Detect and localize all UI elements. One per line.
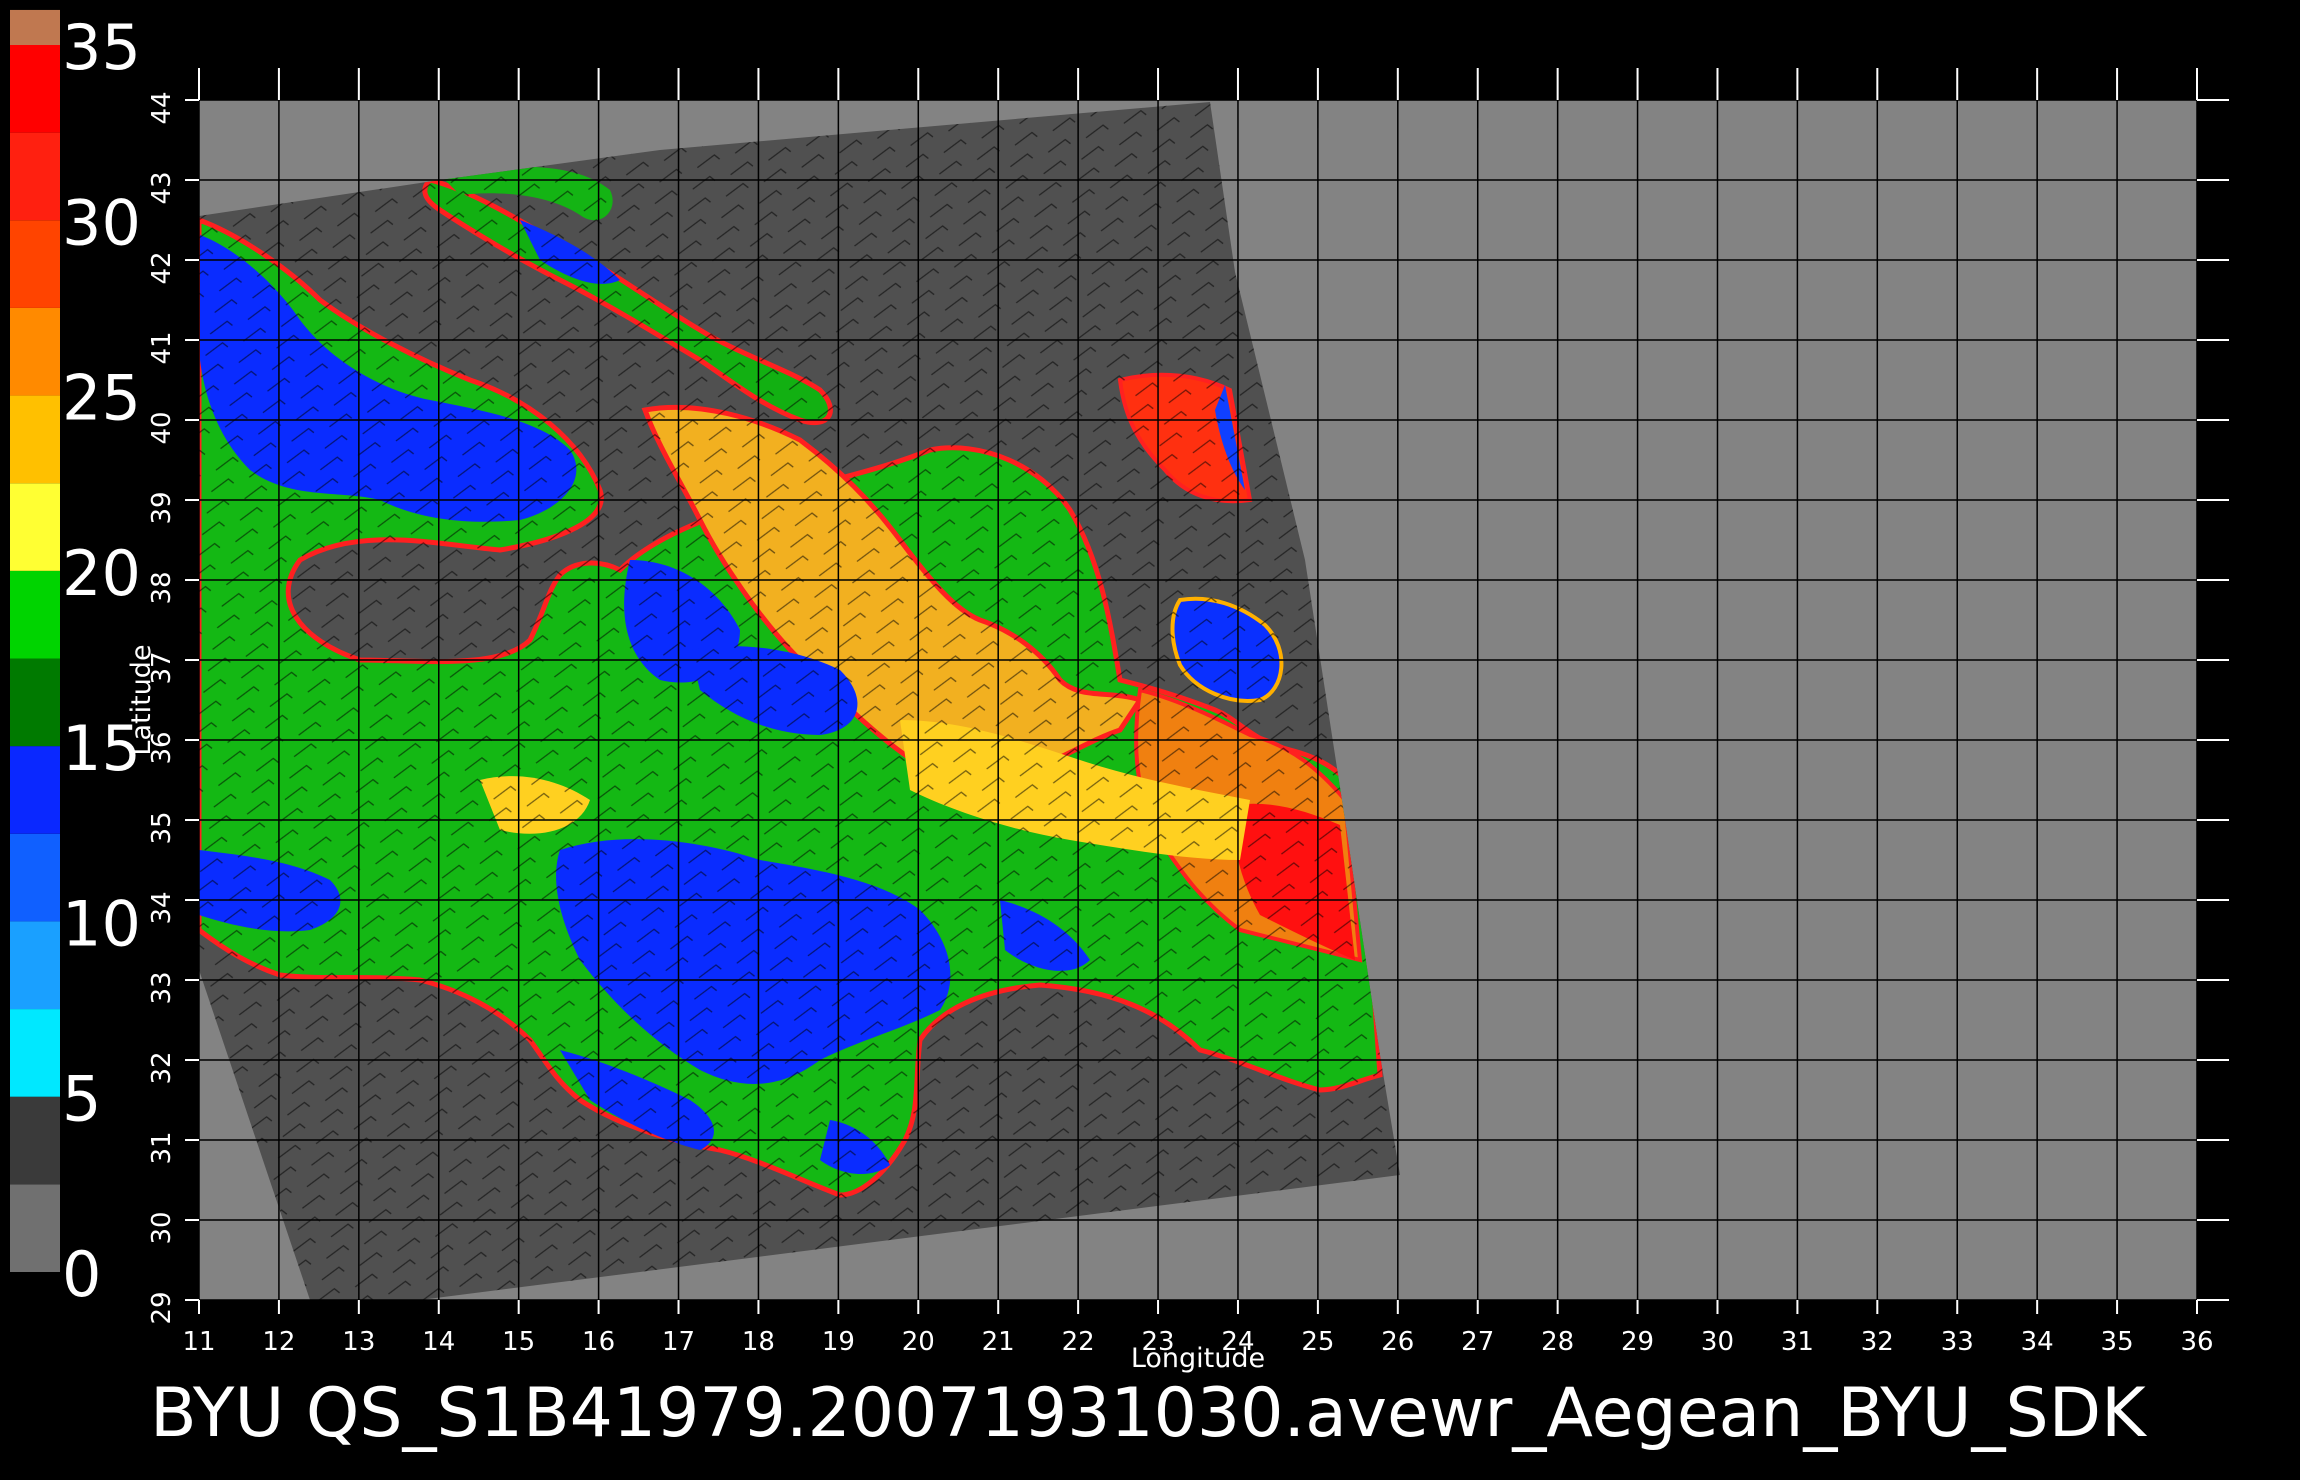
colorbar-label: 5 (62, 1063, 101, 1136)
y-tick-label: 31 (147, 1131, 177, 1164)
x-tick-label: 29 (1621, 1327, 1654, 1357)
x-tick-label: 16 (582, 1327, 615, 1357)
wind-speed-map-figure: 35 30 25 20 15 10 5 0 11 12 13 14 15 16 17 18 1… (10, 9, 2229, 1453)
y-tick-label: 29 (147, 1291, 177, 1324)
x-tick-label: 12 (262, 1327, 295, 1357)
y-tick-label: 32 (147, 1051, 177, 1084)
colorbar-band (10, 395, 60, 484)
x-axis-label: Longitude (1131, 1343, 1265, 1374)
map-plot (185, 68, 2229, 1314)
y-tick-label: 41 (147, 331, 177, 364)
x-tick-label: 31 (1781, 1327, 1814, 1357)
x-tick-label: 21 (982, 1327, 1015, 1357)
colorbar-band (10, 483, 60, 571)
y-tick-label: 39 (147, 491, 177, 524)
colorbar-band (10, 833, 60, 922)
x-tick-label: 19 (822, 1327, 855, 1357)
colorbar-label: 25 (62, 362, 141, 435)
colorbar-band (10, 658, 60, 747)
colorbar-band (10, 570, 60, 659)
x-tick-label: 17 (662, 1327, 695, 1357)
colorbar-band (10, 1184, 60, 1272)
y-tick-label: 44 (147, 91, 177, 124)
wind-barbs (199, 102, 1400, 1300)
y-tick-label: 33 (147, 971, 177, 1004)
colorbar-band (10, 45, 60, 133)
colorbar-band (10, 220, 60, 308)
colorbar-band (10, 307, 60, 396)
y-tick-label: 35 (147, 811, 177, 844)
x-tick-label: 25 (1301, 1327, 1334, 1357)
colorbar-band (10, 1096, 60, 1185)
colorbar-band (10, 921, 60, 1010)
x-tick-label: 33 (1941, 1327, 1974, 1357)
x-tick-label: 18 (742, 1327, 775, 1357)
colorbar-label: 30 (62, 186, 141, 259)
y-tick-label: 30 (147, 1211, 177, 1244)
x-tick-label: 11 (182, 1327, 215, 1357)
x-tick-label: 34 (2021, 1327, 2054, 1357)
colorbar-label: 35 (62, 11, 141, 84)
y-tick-label: 42 (147, 251, 177, 284)
x-tick-label: 30 (1701, 1327, 1734, 1357)
x-tick-label: 14 (422, 1327, 455, 1357)
y-tick-label: 43 (147, 171, 177, 204)
x-tick-label: 22 (1062, 1327, 1095, 1357)
x-tick-label: 15 (502, 1327, 535, 1357)
colorbar-band (10, 1009, 60, 1097)
colorbar (10, 9, 60, 1272)
figure-title: BYU QS_S1B41979.20071931030.avewr_Aegean… (150, 1374, 2148, 1453)
y-axis-label: Latitude (126, 644, 157, 755)
x-tick-label: 28 (1541, 1327, 1574, 1357)
x-tick-label: 36 (2180, 1327, 2213, 1357)
colorbar-band (10, 9, 60, 46)
y-tick-label: 40 (147, 411, 177, 444)
x-tick-label: 27 (1461, 1327, 1494, 1357)
x-tick-label: 26 (1381, 1327, 1414, 1357)
y-tick-label: 38 (147, 571, 177, 604)
colorbar-band (10, 132, 60, 221)
colorbar-label: 10 (62, 887, 141, 960)
colorbar-label: 0 (62, 1238, 101, 1311)
colorbar-band (10, 746, 60, 834)
x-tick-label: 35 (2101, 1327, 2134, 1357)
x-tick-label: 32 (1861, 1327, 1894, 1357)
y-tick-label: 34 (147, 891, 177, 924)
colorbar-label: 20 (62, 537, 141, 610)
x-tick-label: 13 (342, 1327, 375, 1357)
x-tick-label: 20 (902, 1327, 935, 1357)
